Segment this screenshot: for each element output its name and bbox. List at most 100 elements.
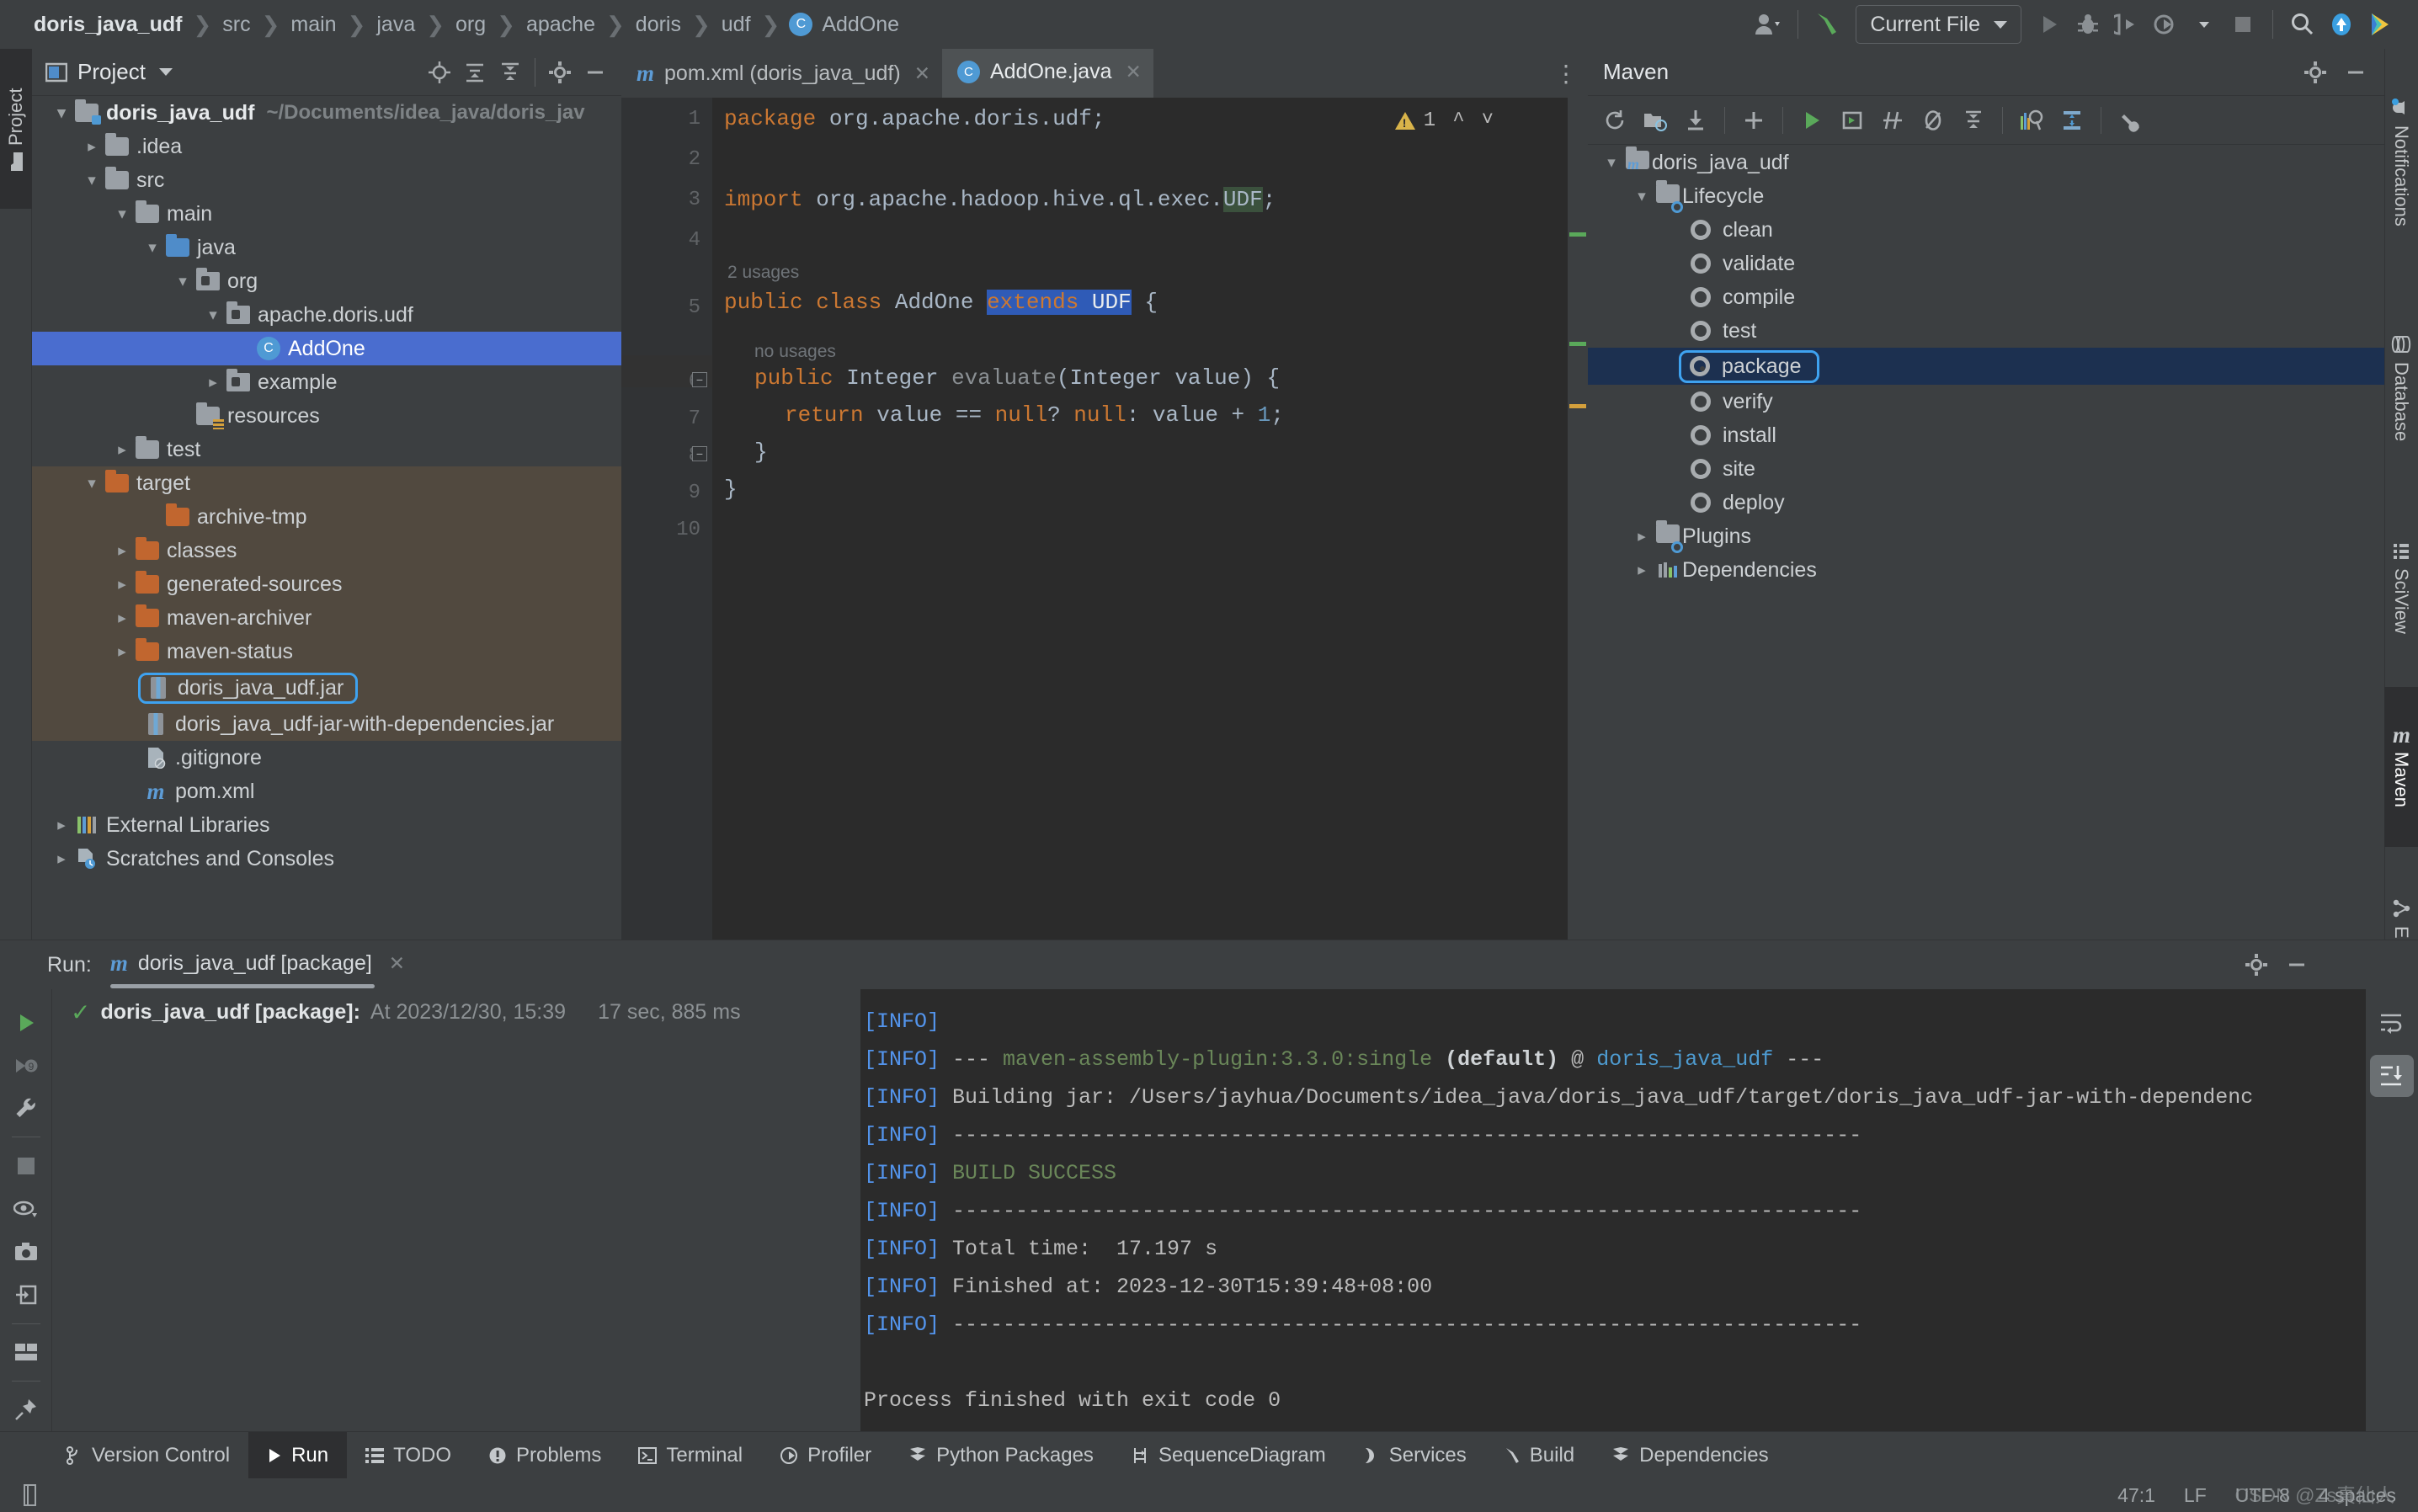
run-results-tree[interactable]: ✓ doris_java_udf [package]: At 2023/12/3…	[52, 989, 860, 1431]
add-icon[interactable]	[1734, 101, 1774, 140]
breadcrumb-item-1[interactable]: src	[221, 13, 252, 37]
ide-status-icon[interactable]	[22, 1484, 40, 1506]
tree-item-doris_java_udf-jar-with-dependencies[interactable]: doris_java_udf-jar-with-dependencies.jar	[32, 707, 621, 741]
hide-icon[interactable]	[578, 55, 613, 90]
tree-item-test[interactable]: ▸ test	[32, 433, 621, 466]
tree-item-pom-xml[interactable]: m pom.xml	[32, 775, 621, 808]
tree-item-scratches-and-consoles[interactable]: ▸ Scratches and Consoles	[32, 842, 621, 876]
user-icon[interactable]	[1749, 7, 1787, 42]
tree-item-archive-tmp[interactable]: archive-tmp	[32, 500, 621, 534]
breadcrumb-item-6[interactable]: doris	[634, 13, 683, 37]
maven-item-plugins[interactable]: ▸ Plugins	[1588, 519, 2384, 553]
maven-tree[interactable]: ▾ m doris_java_udf ▾ Lifecycle clean val…	[1588, 146, 2384, 940]
close-icon[interactable]: ✕	[1126, 61, 1142, 83]
tab-sequencediagram[interactable]: SequenceDiagram	[1112, 1432, 1345, 1479]
tree-item-classes[interactable]: ▸ classes	[32, 534, 621, 567]
skip-tests-icon[interactable]	[1872, 101, 1913, 140]
chevron-right-icon[interactable]: ▸	[1630, 561, 1654, 580]
editor-marker-bar[interactable]	[1568, 98, 1588, 940]
maven-goal-verify[interactable]: verify	[1588, 385, 2384, 418]
code-editor[interactable]: 1 2 3 4 5 6 7 8 9 10 − − package org.apa…	[621, 98, 1588, 940]
chevron-down-icon[interactable]: ▾	[141, 238, 163, 258]
layout-icon[interactable]	[5, 1331, 47, 1374]
chevron-right-icon[interactable]: ▸	[111, 642, 133, 662]
prev-problem-icon[interactable]: ^	[1452, 109, 1464, 132]
sidebar-item-database[interactable]: Database	[2384, 291, 2418, 485]
scroll-to-end-icon[interactable]	[2370, 1055, 2414, 1097]
maven-item-lifecycle[interactable]: ▾ Lifecycle	[1588, 179, 2384, 213]
search-icon[interactable]	[2283, 7, 2322, 42]
tree-item-src[interactable]: ▾ src	[32, 163, 621, 197]
tab-pom-xml[interactable]: m pom.xml (doris_java_udf) ✕	[621, 49, 942, 98]
maven-goal-package[interactable]: package	[1588, 348, 2384, 385]
rerun-failed-icon[interactable]: 9	[5, 1044, 47, 1087]
tree-item-generated-sources[interactable]: ▸ generated-sources	[32, 567, 621, 601]
collapse-all-icon[interactable]	[1953, 101, 1994, 140]
maven-goal-clean[interactable]: clean	[1588, 213, 2384, 247]
chevron-down-icon[interactable]: ▾	[1630, 187, 1654, 206]
tab-version-control[interactable]: Version Control	[47, 1432, 248, 1479]
pin-icon[interactable]	[5, 1388, 47, 1431]
tab-terminal[interactable]: Terminal	[620, 1432, 761, 1479]
tree-item-doris_java_udf-jar[interactable]: doris_java_udf.jar	[32, 668, 621, 707]
hide-icon[interactable]	[2335, 53, 2376, 92]
tree-item-main[interactable]: ▾ main	[32, 197, 621, 231]
settings-wrench-icon[interactable]	[2110, 101, 2150, 140]
settings-wrench-icon[interactable]	[5, 1087, 47, 1130]
chevron-right-icon[interactable]: ▸	[111, 541, 133, 561]
chevron-down-icon[interactable]: ▾	[172, 272, 194, 291]
tree-item-doris_java_udf[interactable]: ▾ doris_java_udf ~/Documents/idea_java/d…	[32, 96, 621, 130]
expand-all-icon[interactable]	[457, 55, 493, 90]
chevron-right-icon[interactable]: ▸	[202, 373, 224, 392]
update-icon[interactable]	[2322, 7, 2361, 42]
add-maven-project-icon[interactable]	[1635, 101, 1675, 140]
chevron-down-icon[interactable]	[2185, 7, 2224, 42]
gear-icon[interactable]	[2236, 945, 2277, 984]
maven-item-doris_java_udf[interactable]: ▾ m doris_java_udf	[1588, 146, 2384, 179]
maven-goal-deploy[interactable]: deploy	[1588, 486, 2384, 519]
tree-item-java[interactable]: ▾ java	[32, 231, 621, 264]
chevron-right-icon[interactable]: ▸	[51, 849, 72, 869]
maven-goal-compile[interactable]: compile	[1588, 280, 2384, 314]
chevron-down-icon[interactable]: ▾	[81, 474, 103, 493]
export-icon[interactable]	[5, 1274, 47, 1317]
show-diagram-icon[interactable]	[2052, 101, 2092, 140]
chevron-down-icon[interactable]: ▾	[202, 306, 224, 325]
next-problem-icon[interactable]: ˅	[1482, 109, 1494, 132]
chevron-down-icon[interactable]	[158, 68, 173, 76]
chevron-right-icon[interactable]: ▸	[111, 440, 133, 460]
chevron-right-icon[interactable]: ▸	[111, 575, 133, 594]
editor-gutter[interactable]: 1 2 3 4 5 6 7 8 9 10 − −	[621, 98, 712, 940]
chevron-down-icon[interactable]: ▾	[51, 104, 72, 123]
tree-item-example[interactable]: ▸ example	[32, 365, 621, 399]
tree-item-idea[interactable]: ▸ .idea	[32, 130, 621, 163]
inspection-widget[interactable]: 1 ^ ˅	[1394, 109, 1494, 132]
run-coverage-icon[interactable]	[2107, 7, 2146, 42]
maven-goal-site[interactable]: site	[1588, 452, 2384, 486]
breadcrumb-item-0[interactable]: doris_java_udf	[32, 13, 184, 37]
run-icon[interactable]	[1792, 101, 1832, 140]
stop-icon[interactable]	[2224, 7, 2262, 42]
line-separator[interactable]: LF	[2184, 1484, 2207, 1507]
chevron-down-icon[interactable]: ▾	[111, 205, 133, 224]
snapshot-icon[interactable]	[5, 1231, 47, 1274]
chevron-down-icon[interactable]: ▾	[1600, 153, 1623, 173]
ide-logo-icon[interactable]	[2361, 7, 2399, 42]
tree-item-gitignore[interactable]: .gitignore	[32, 741, 621, 775]
show-dependencies-icon[interactable]	[2011, 101, 2052, 140]
console-output[interactable]: [INFO] [INFO] --- maven-assembly-plugin:…	[860, 989, 2366, 1431]
caret-position[interactable]: 47:1	[2117, 1484, 2155, 1507]
run-icon[interactable]	[2030, 7, 2069, 42]
reload-icon[interactable]	[1595, 101, 1635, 140]
close-icon[interactable]: ✕	[389, 952, 405, 975]
code-text[interactable]: package org.apache.doris.udf; import org…	[712, 98, 1588, 940]
project-tree[interactable]: ▾ doris_java_udf ~/Documents/idea_java/d…	[32, 96, 621, 940]
more-options-icon[interactable]: ⋮	[1544, 49, 1588, 98]
maven-goal-test[interactable]: test	[1588, 314, 2384, 348]
close-icon[interactable]: ✕	[914, 62, 930, 85]
breadcrumb-item-2[interactable]: main	[289, 13, 338, 37]
tab-python-packages[interactable]: Python Packages	[890, 1432, 1112, 1479]
gear-icon[interactable]	[2295, 53, 2335, 92]
breadcrumb-item-4[interactable]: org	[454, 13, 487, 37]
tree-item-maven-archiver[interactable]: ▸ maven-archiver	[32, 601, 621, 635]
